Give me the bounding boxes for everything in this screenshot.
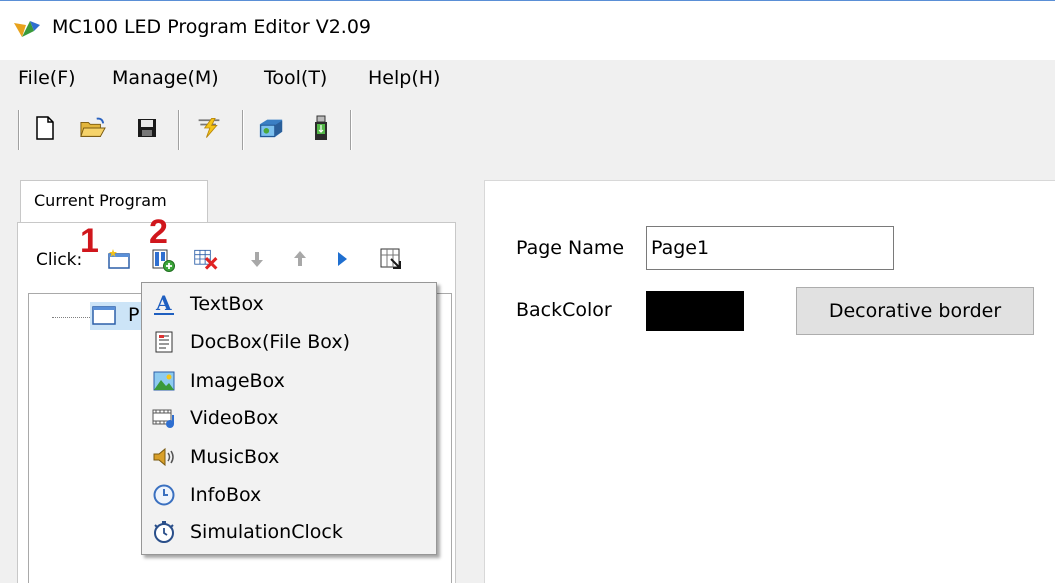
preview-icon bbox=[380, 248, 401, 269]
menu-item-label: SimulationClock bbox=[190, 521, 343, 543]
toolbar-separator bbox=[350, 110, 352, 150]
image-icon bbox=[152, 369, 176, 393]
move-up-button[interactable] bbox=[287, 246, 313, 272]
display-settings-button[interactable] bbox=[258, 114, 284, 142]
play-button[interactable] bbox=[329, 246, 355, 272]
usb-export-button[interactable] bbox=[308, 114, 334, 142]
new-file-icon bbox=[36, 116, 54, 140]
toolbar-separator bbox=[242, 110, 244, 150]
move-up-icon bbox=[294, 251, 306, 266]
click-label: Click: bbox=[36, 250, 83, 270]
stopwatch-icon bbox=[152, 520, 176, 544]
callout-step-1: 1 bbox=[80, 222, 99, 260]
window-title: MC100 LED Program Editor V2.09 bbox=[52, 16, 372, 38]
page-name-input[interactable] bbox=[646, 226, 894, 270]
svg-text:A: A bbox=[155, 292, 172, 315]
menu-tool[interactable]: Tool(T) bbox=[264, 67, 327, 89]
send-icon bbox=[198, 118, 220, 138]
menu-item-docbox[interactable]: DocBox(File Box) bbox=[152, 324, 432, 360]
speaker-icon bbox=[152, 445, 176, 469]
back-color-swatch[interactable] bbox=[646, 291, 744, 331]
menu-item-label: MusicBox bbox=[190, 446, 280, 468]
menu-item-imagebox[interactable]: ImageBox bbox=[152, 363, 432, 399]
app-logo-icon bbox=[12, 17, 42, 41]
menu-item-textbox[interactable]: A TextBox bbox=[152, 286, 432, 322]
menu-item-label: InfoBox bbox=[190, 484, 262, 506]
play-icon bbox=[338, 252, 347, 266]
text-icon: A bbox=[152, 292, 176, 316]
document-icon bbox=[152, 330, 176, 354]
menu-help[interactable]: Help(H) bbox=[368, 67, 440, 89]
usb-drive-icon bbox=[315, 115, 327, 140]
preview-button[interactable] bbox=[378, 246, 404, 272]
tree-connector bbox=[52, 317, 90, 318]
send-button[interactable] bbox=[196, 114, 222, 142]
delete-item-button[interactable] bbox=[193, 246, 219, 272]
tab-current-program-label: Current Program bbox=[34, 191, 167, 210]
menu-item-label: VideoBox bbox=[190, 407, 279, 429]
page-name-label: Page Name bbox=[516, 237, 625, 259]
video-icon bbox=[152, 406, 176, 430]
callout-step-2: 2 bbox=[149, 213, 168, 251]
new-file-button[interactable] bbox=[32, 114, 58, 142]
open-file-button[interactable] bbox=[80, 114, 106, 142]
back-color-label: BackColor bbox=[516, 299, 612, 321]
menu-item-label: DocBox(File Box) bbox=[190, 331, 350, 353]
toolbar-separator bbox=[178, 110, 180, 150]
menu-item-label: TextBox bbox=[190, 293, 264, 315]
display-screen-icon bbox=[259, 119, 283, 138]
menu-manage[interactable]: Manage(M) bbox=[112, 67, 219, 89]
move-down-icon bbox=[251, 252, 263, 267]
page-icon bbox=[92, 305, 116, 325]
menu-item-label: ImageBox bbox=[190, 370, 285, 392]
move-down-button[interactable] bbox=[244, 246, 270, 272]
delete-icon bbox=[194, 249, 218, 270]
menu-item-simulationclock[interactable]: SimulationClock bbox=[152, 514, 432, 550]
menu-item-videobox[interactable]: VideoBox bbox=[152, 400, 432, 436]
toolbar-separator bbox=[18, 110, 20, 150]
decorative-border-button[interactable]: Decorative border bbox=[796, 287, 1034, 335]
open-folder-icon bbox=[80, 117, 106, 137]
add-page-button[interactable] bbox=[106, 246, 132, 272]
add-page-icon bbox=[108, 249, 130, 269]
menu-item-infobox[interactable]: InfoBox bbox=[152, 477, 432, 513]
save-icon bbox=[138, 119, 156, 137]
menu-item-musicbox[interactable]: MusicBox bbox=[152, 439, 432, 475]
menu-file[interactable]: File(F) bbox=[18, 67, 76, 89]
tree-node-label: P bbox=[128, 304, 140, 326]
save-button[interactable] bbox=[134, 114, 160, 142]
clock-info-icon bbox=[152, 483, 176, 507]
